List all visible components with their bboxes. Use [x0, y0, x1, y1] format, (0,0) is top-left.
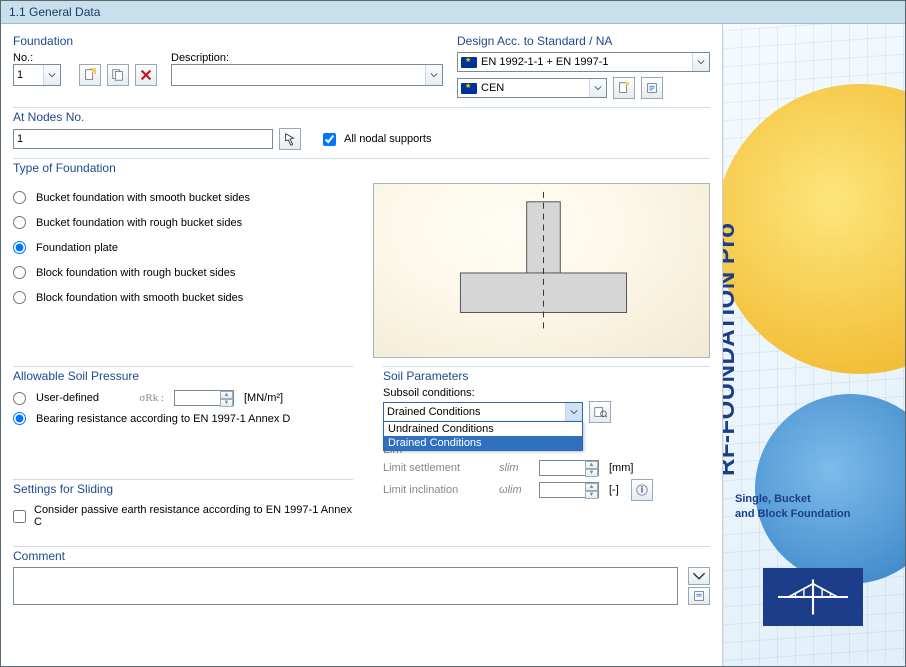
allowable-group-title: Allowable Soil Pressure: [13, 366, 353, 383]
product-name: RF-FOUNDATION Pro: [722, 223, 741, 476]
chevron-down-icon: [425, 65, 442, 85]
sliding-group-title: Settings for Sliding: [13, 479, 353, 496]
copy-button[interactable]: [107, 64, 129, 86]
design-group-title: Design Acc. to Standard / NA: [457, 32, 710, 48]
all-nodal-checkbox[interactable]: All nodal supports: [323, 133, 431, 146]
spinner-up-icon: ▲: [220, 391, 233, 399]
no-select[interactable]: 1: [13, 64, 61, 86]
subsoil-select[interactable]: Drained Conditions: [383, 402, 583, 422]
tagline-1: Single, Bucket: [735, 492, 851, 506]
comment-textarea[interactable]: [13, 567, 678, 605]
foundation-type-radio[interactable]: Block foundation with smooth bucket side…: [13, 285, 353, 310]
settlement-symbol: slim: [499, 462, 533, 474]
foundation-type-radio[interactable]: Foundation plate: [13, 235, 353, 260]
description-label: Description:: [171, 52, 229, 64]
settlement-unit: [mm]: [609, 462, 633, 474]
inclination-symbol: ωlim: [499, 484, 533, 496]
foundation-type-radio[interactable]: Block foundation with rough bucket sides: [13, 260, 353, 285]
product-sidebar: RF-FOUNDATION Pro Single, Bucket and Blo…: [722, 24, 905, 666]
chevron-down-icon: [692, 53, 709, 71]
window-title: 1.1 General Data: [1, 1, 905, 24]
foundation-group-title: Foundation: [13, 32, 443, 48]
sigma-input: ▲▼: [174, 390, 234, 406]
chevron-down-icon: [43, 65, 60, 85]
chevron-down-icon: [589, 79, 606, 97]
info-button: i: [631, 479, 653, 501]
settlement-input: ▲▼: [539, 460, 599, 476]
subsoil-label: Subsoil conditions:: [383, 387, 710, 399]
soil-library-button[interactable]: [589, 401, 611, 423]
sigma-unit: [MN/m²]: [244, 392, 283, 404]
nodes-input[interactable]: [13, 129, 273, 149]
soil-group-title: Soil Parameters: [383, 366, 710, 383]
dropdown-option-selected: Drained Conditions: [384, 436, 582, 450]
inclination-input: ▲▼: [539, 482, 599, 498]
foundation-type-radio[interactable]: Bucket foundation with rough bucket side…: [13, 210, 353, 235]
comment-dropdown-button[interactable]: [688, 567, 710, 585]
no-label: No.:: [13, 52, 33, 64]
eu-flag-icon: [461, 57, 477, 68]
eu-flag-icon: [461, 83, 477, 94]
description-input[interactable]: [171, 64, 443, 86]
type-group-title: Type of Foundation: [13, 158, 710, 175]
sigma-label: σRk :: [120, 392, 164, 404]
delete-button[interactable]: [135, 64, 157, 86]
new-button[interactable]: [79, 64, 101, 86]
pick-nodes-button[interactable]: [279, 128, 301, 150]
standard-select[interactable]: EN 1992-1-1 + EN 1997-1: [457, 52, 710, 72]
foundation-illustration: [373, 183, 710, 358]
inclination-unit: [-]: [609, 484, 619, 496]
subsoil-dropdown-list[interactable]: Undrained Conditions Drained Conditions: [383, 421, 583, 451]
foundation-type-radio[interactable]: Bucket foundation with smooth bucket sid…: [13, 185, 353, 210]
comment-pick-button[interactable]: [688, 587, 710, 605]
brand-logo: [763, 568, 863, 626]
svg-text:i: i: [640, 485, 643, 496]
bearing-radio[interactable]: Bearing resistance according to EN 1997-…: [13, 409, 353, 428]
user-defined-radio[interactable]: User-defined σRk : ▲▼ [MN/m²]: [13, 387, 353, 409]
chevron-down-icon: [565, 403, 582, 421]
tagline-2: and Block Foundation: [735, 507, 851, 521]
spinner-down-icon: ▼: [220, 399, 233, 407]
new-na-button[interactable]: [613, 77, 635, 99]
dropdown-option: Undrained Conditions: [384, 422, 582, 436]
passive-resistance-checkbox[interactable]: Consider passive earth resistance accord…: [13, 500, 353, 532]
nodes-group-title: At Nodes No.: [13, 107, 710, 124]
na-select[interactable]: CEN: [457, 78, 607, 98]
limit-settlement-label: Limit settlement: [383, 462, 493, 474]
edit-na-button[interactable]: [641, 77, 663, 99]
limit-inclination-label: Limit inclination: [383, 484, 493, 496]
comment-group-title: Comment: [13, 546, 710, 563]
